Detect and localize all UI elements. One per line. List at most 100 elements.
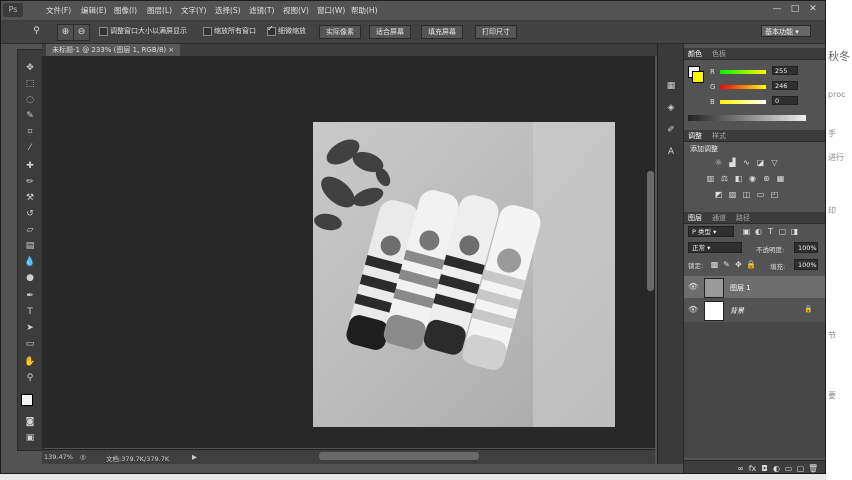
shape-tool-icon[interactable]: ▭ [22,338,38,351]
layer-name[interactable]: 图层 1 [730,283,751,293]
brush-tool-icon[interactable]: ✏ [22,176,38,189]
layer-row-1[interactable]: 👁 图层 1 [684,276,825,298]
filter-adjust-icon[interactable]: ◐ [754,227,763,236]
menu-view[interactable]: 视图(V) [283,5,309,16]
quick-mask-icon[interactable]: ◙ [22,416,38,429]
selective-color-icon[interactable]: ◰ [770,190,779,199]
type-tool-icon[interactable]: T [22,306,38,319]
black-white-icon[interactable]: ◧ [734,174,743,183]
layer-style-icon[interactable]: fx [748,464,757,473]
menu-file[interactable]: 文件(F) [46,5,71,16]
menu-help[interactable]: 帮助(H) [351,5,378,16]
gradient-map-icon[interactable]: ▭ [756,190,765,199]
menu-window[interactable]: 窗口(W) [317,5,345,16]
exposure-icon[interactable]: ◪ [756,158,765,167]
fill-input[interactable]: 100% [794,259,818,270]
dodge-tool-icon[interactable]: ● [22,272,38,285]
levels-icon[interactable]: ▟ [728,158,737,167]
layer-row-2[interactable]: 👁 背景 🔒 [684,299,825,321]
menu-type[interactable]: 文字(Y) [181,5,206,16]
zoom-tool-icon[interactable]: ⚲ [29,24,44,39]
tab-paths[interactable]: 路径 [736,213,750,223]
lock-pixels-icon[interactable]: ✎ [722,260,731,269]
link-layers-icon[interactable]: ∞ [736,464,745,473]
zoom-level[interactable]: 139.47% [44,453,73,461]
vibrance-icon[interactable]: ▽ [770,158,779,167]
layer-visibility-icon[interactable]: 👁 [688,305,698,314]
r-value[interactable]: 255 [772,66,798,75]
lock-position-icon[interactable]: ✥ [734,260,743,269]
canvas-horizontal-scrollbar[interactable] [319,452,479,460]
menu-edit[interactable]: 编辑(E) [81,5,107,16]
adjustment-layer-icon[interactable]: ◐ [772,464,781,473]
blend-mode-select[interactable]: 正常 ▾ [688,242,742,253]
threshold-icon[interactable]: ◫ [742,190,751,199]
status-menu-arrow-icon[interactable]: ▶ [192,453,197,461]
screen-mode-icon[interactable]: ▣ [22,432,38,445]
zoom-tool-icon-2[interactable]: ⚲ [22,372,38,385]
layer-mask-icon[interactable]: ◘ [760,464,769,473]
tab-swatches[interactable]: 色板 [712,49,726,59]
hue-sat-icon[interactable]: ▥ [706,174,715,183]
properties-panel-icon[interactable]: ◈ [663,102,679,115]
filter-smart-icon[interactable]: ◨ [790,227,799,236]
pen-tool-icon[interactable]: ✒ [22,290,38,303]
clone-stamp-tool-icon[interactable]: ⚒ [22,192,38,205]
b-value[interactable]: 0 [772,96,798,105]
tab-adjustments[interactable]: 调整 [688,131,702,141]
zoom-in-icon[interactable]: ⊕ [57,24,74,41]
g-value[interactable]: 246 [772,81,798,90]
path-select-tool-icon[interactable]: ➤ [22,322,38,335]
menu-image[interactable]: 图像(I) [114,5,137,16]
fill-screen-button[interactable]: 填充屏幕 [421,25,463,39]
group-icon[interactable]: ▭ [784,464,793,473]
layer-visibility-icon[interactable]: 👁 [688,282,698,291]
canvas-vertical-scrollbar[interactable] [647,171,654,291]
tab-channels[interactable]: 通道 [712,213,726,223]
menu-layer[interactable]: 图层(L) [147,5,172,16]
healing-brush-tool-icon[interactable]: ✚ [22,160,38,173]
hand-tool-icon[interactable]: ✋ [22,356,38,369]
photo-filter-icon[interactable]: ◉ [748,174,757,183]
curves-icon[interactable]: ∿ [742,158,751,167]
gradient-tool-icon[interactable]: ▤ [22,240,38,253]
scrubby-zoom-checkbox[interactable] [267,24,276,36]
tab-layers[interactable]: 图层 [688,213,702,223]
color-bg-swatch[interactable] [692,71,704,83]
eyedropper-tool-icon[interactable]: ⁄ [22,142,38,155]
zoom-out-icon[interactable]: ⊖ [73,24,90,41]
character-panel-icon[interactable]: A [663,146,679,159]
color-lookup-icon[interactable]: ▦ [776,174,785,183]
foreground-color-swatch[interactable] [21,394,33,406]
brightness-icon[interactable]: ☼ [714,158,723,167]
b-slider[interactable] [720,100,766,104]
filter-pixel-icon[interactable]: ▣ [742,227,751,236]
resize-windows-checkbox[interactable] [99,27,108,36]
fit-screen-button[interactable]: 适合屏幕 [369,25,411,39]
new-layer-icon[interactable]: ▢ [796,464,805,473]
marquee-tool-icon[interactable]: ⬚ [22,78,38,91]
r-slider[interactable] [720,70,766,74]
crop-tool-icon[interactable]: ⌗ [22,126,38,139]
layer-name[interactable]: 背景 [730,306,744,316]
posterize-icon[interactable]: ▨ [728,190,737,199]
document-image[interactable] [313,122,615,427]
blur-tool-icon[interactable]: 💧 [22,256,38,269]
filter-shape-icon[interactable]: ▢ [778,227,787,236]
layer-filter-select[interactable]: P 类型 ▾ [688,226,734,237]
document-close-icon[interactable]: × [168,46,174,54]
lasso-tool-icon[interactable]: ◌ [22,94,38,107]
opacity-input[interactable]: 100% [794,242,818,253]
color-ramp[interactable] [688,115,806,121]
zoom-all-windows-checkbox[interactable] [203,27,212,36]
eraser-tool-icon[interactable]: ▱ [22,224,38,237]
close-button[interactable]: ✕ [805,3,821,15]
menu-select[interactable]: 选择(S) [215,5,241,16]
delete-layer-icon[interactable]: 🗑 [808,464,818,473]
menu-filter[interactable]: 滤镜(T) [249,5,274,16]
move-tool-icon[interactable]: ✥ [22,62,38,75]
quick-select-tool-icon[interactable]: ✎ [22,110,38,123]
tab-color[interactable]: 颜色 [688,49,702,59]
invert-icon[interactable]: ◩ [714,190,723,199]
document-tab[interactable]: 未标题-1 @ 233% (图层 1, RGB/8) × [46,44,181,56]
